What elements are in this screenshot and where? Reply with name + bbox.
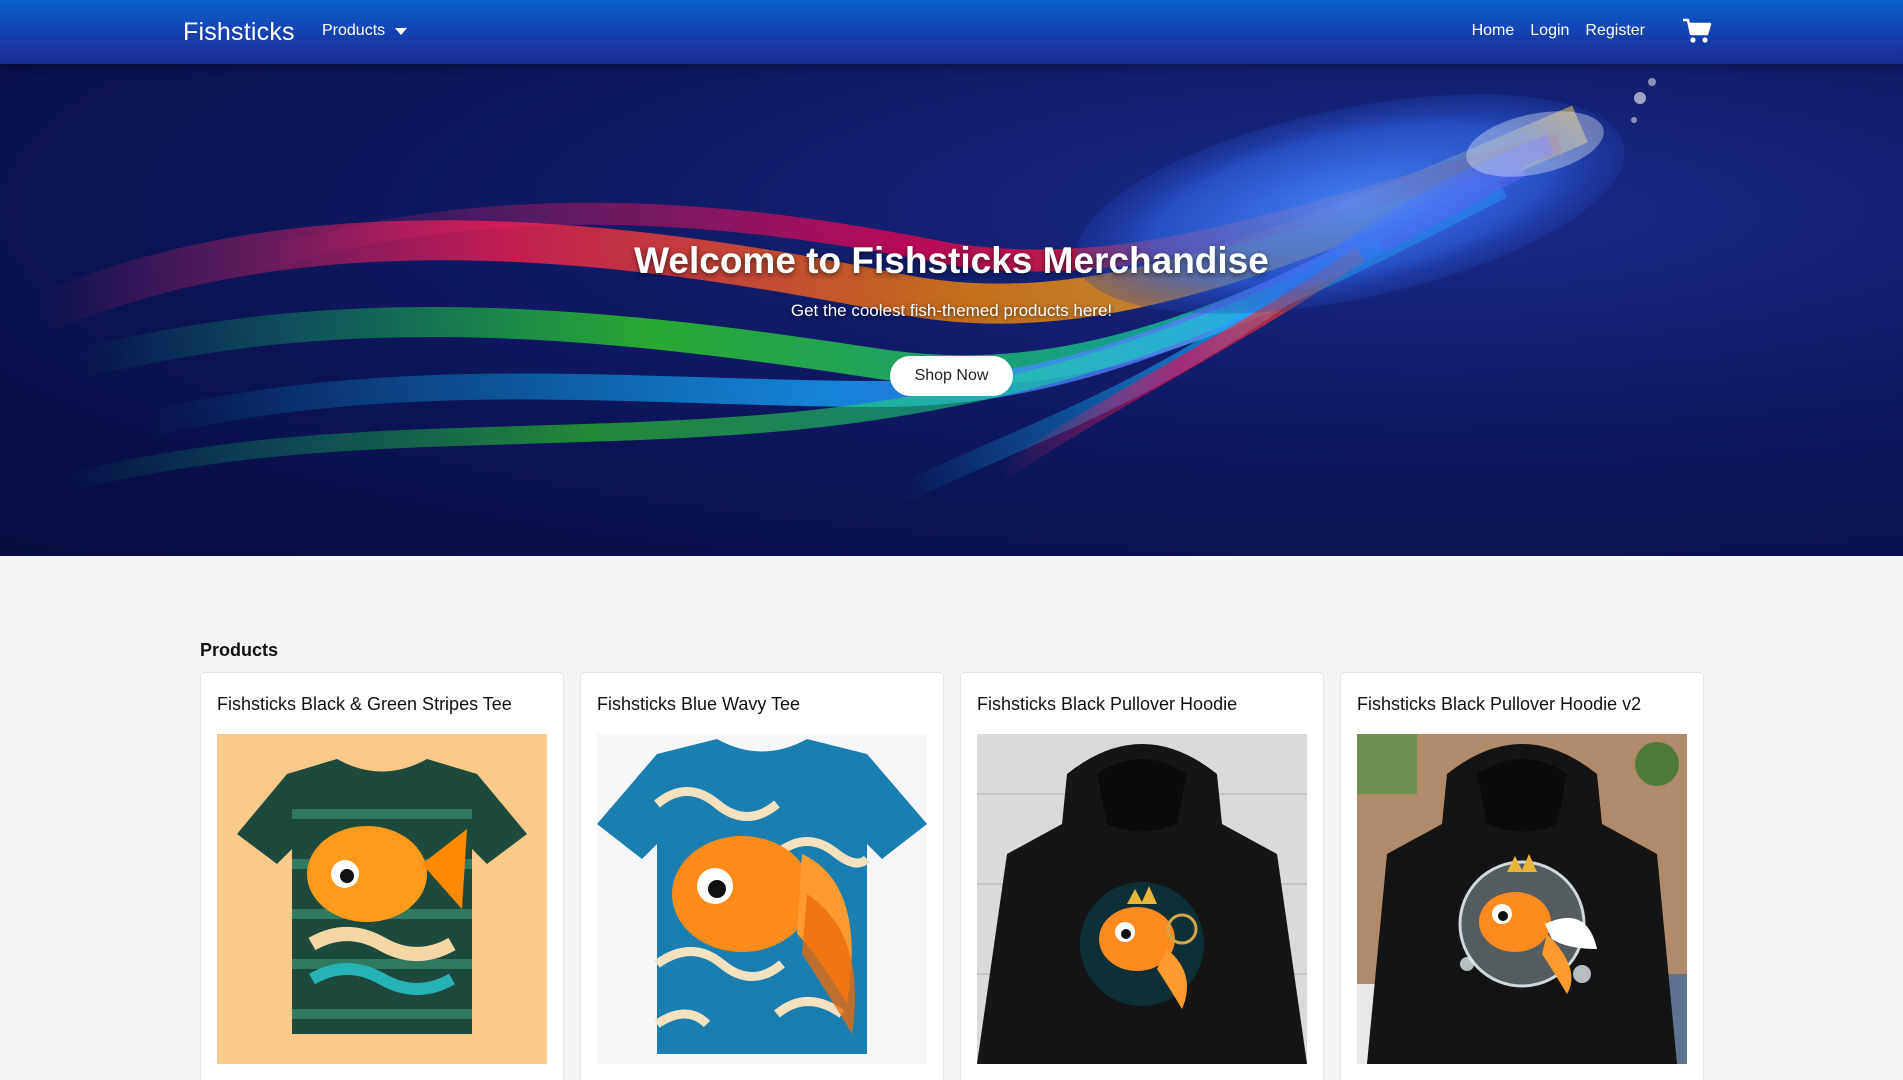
nav-register-link[interactable]: Register bbox=[1585, 22, 1645, 40]
product-card[interactable]: Fishsticks Black & Green Stripes Tee bbox=[200, 672, 564, 1080]
product-image[interactable] bbox=[1357, 734, 1687, 1064]
caret-down-icon bbox=[395, 27, 408, 35]
top-navbar: Fishsticks Products Home Login Register bbox=[0, 0, 1903, 64]
hero-title: Welcome to Fishsticks Merchandise bbox=[634, 240, 1269, 281]
product-card[interactable]: Fishsticks Black Pullover Hoodie bbox=[960, 672, 1324, 1080]
product-title[interactable]: Fishsticks Black Pullover Hoodie bbox=[977, 694, 1237, 715]
nav-home-link[interactable]: Home bbox=[1472, 22, 1515, 40]
product-image[interactable] bbox=[977, 734, 1307, 1064]
products-heading: Products bbox=[200, 640, 279, 660]
product-card[interactable]: Fishsticks Black Pullover Hoodie v2 bbox=[1340, 672, 1704, 1080]
products-dropdown-label: Products bbox=[322, 22, 386, 39]
shopping-cart-icon[interactable] bbox=[1682, 17, 1712, 45]
nav-login-link[interactable]: Login bbox=[1530, 22, 1569, 40]
product-title[interactable]: Fishsticks Black & Green Stripes Tee bbox=[217, 694, 512, 715]
product-title[interactable]: Fishsticks Black Pullover Hoodie v2 bbox=[1357, 694, 1641, 715]
products-dropdown-toggle[interactable]: Products bbox=[322, 22, 408, 40]
hero-subtitle: Get the coolest fish-themed products her… bbox=[790, 301, 1113, 320]
product-card[interactable]: Fishsticks Blue Wavy Tee bbox=[580, 672, 944, 1080]
shop-now-button[interactable]: Shop Now bbox=[890, 356, 1013, 396]
product-title[interactable]: Fishsticks Blue Wavy Tee bbox=[597, 694, 800, 715]
product-image[interactable] bbox=[217, 734, 547, 1064]
product-image[interactable] bbox=[597, 734, 927, 1064]
hero-banner: Welcome to Fishsticks Merchandise Get th… bbox=[0, 64, 1903, 556]
nav-links: Home Login Register bbox=[1472, 22, 1645, 40]
brand-logo[interactable]: Fishsticks bbox=[183, 18, 295, 47]
